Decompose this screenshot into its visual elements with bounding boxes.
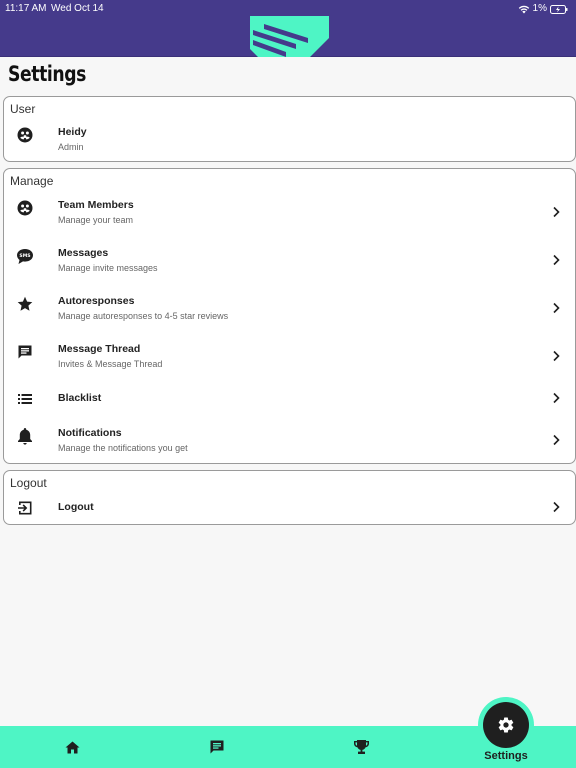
item-title: Notifications xyxy=(58,427,122,439)
item-subtitle: Manage invite messages xyxy=(58,263,158,273)
gear-icon xyxy=(498,717,514,733)
logout-label: Logout xyxy=(58,501,94,513)
home-icon xyxy=(65,741,79,753)
battery-icon xyxy=(550,4,568,14)
chevron-right-icon xyxy=(553,302,560,314)
svg-text:SMS: SMS xyxy=(19,253,30,259)
settings-item-notifications[interactable]: Notifications Manage the notifications y… xyxy=(4,421,575,461)
settings-item-messages[interactable]: SMS Messages Manage invite messages xyxy=(4,241,575,281)
item-subtitle: Manage autoresponses to 4-5 star reviews xyxy=(58,311,229,321)
list-icon xyxy=(15,389,35,409)
chevron-right-icon xyxy=(553,501,560,513)
chevron-right-icon xyxy=(553,254,560,266)
sms-icon: SMS xyxy=(15,246,35,266)
bell-icon xyxy=(15,426,35,446)
trophy-icon xyxy=(353,740,369,754)
page-title: Settings xyxy=(8,62,87,86)
user-role: Admin xyxy=(58,142,84,152)
app-header: 11:17 AM Wed Oct 14 1% xyxy=(0,0,576,57)
star-icon xyxy=(15,294,35,314)
status-bar: 11:17 AM Wed Oct 14 1% xyxy=(0,0,576,16)
status-indicators: 1% xyxy=(518,1,568,17)
item-subtitle: Manage the notifications you get xyxy=(58,443,188,453)
message-icon xyxy=(15,342,35,362)
chevron-right-icon xyxy=(553,434,560,446)
settings-item-team-members[interactable]: Team Members Manage your team xyxy=(4,193,575,233)
nav-messages[interactable] xyxy=(197,726,237,768)
user-name: Heidy xyxy=(58,126,87,138)
nav-settings-label[interactable]: Settings xyxy=(478,750,534,762)
manage-section: Manage Team Members Manage your team SMS xyxy=(3,168,576,464)
wifi-icon xyxy=(518,5,529,14)
logout-row[interactable]: Logout xyxy=(4,495,575,521)
nav-settings[interactable] xyxy=(483,702,529,748)
battery-percent: 1% xyxy=(532,3,547,14)
status-time: 11:17 AM xyxy=(5,3,47,14)
item-title: Message Thread xyxy=(58,343,141,355)
settings-item-autoresponses[interactable]: Autoresponses Manage autoresponses to 4-… xyxy=(4,289,575,329)
item-title: Blacklist xyxy=(58,392,102,404)
section-header: User xyxy=(10,102,36,116)
section-header: Logout xyxy=(10,476,47,490)
item-title: Autoresponses xyxy=(58,295,135,307)
group-icon xyxy=(15,125,35,145)
user-row[interactable]: Heidy Admin xyxy=(4,119,575,159)
item-title: Messages xyxy=(58,247,109,259)
nav-trophy[interactable] xyxy=(341,726,381,768)
settings-item-blacklist[interactable]: Blacklist xyxy=(4,385,575,413)
logout-section: Logout Logout xyxy=(3,470,576,525)
group-icon xyxy=(15,198,35,218)
item-subtitle: Invites & Message Thread xyxy=(58,359,163,369)
chevron-right-icon xyxy=(553,392,560,404)
nav-home[interactable] xyxy=(52,726,92,768)
user-section: User Heidy Admin xyxy=(3,96,576,162)
item-subtitle: Manage your team xyxy=(58,215,134,225)
item-title: Team Members xyxy=(58,199,134,211)
chat-icon xyxy=(210,740,224,754)
logout-icon xyxy=(15,498,35,518)
section-header: Manage xyxy=(10,174,54,188)
chevron-right-icon xyxy=(553,206,560,218)
brand-logo xyxy=(250,16,329,57)
chevron-right-icon xyxy=(553,350,560,362)
settings-item-message-thread[interactable]: Message Thread Invites & Message Thread xyxy=(4,337,575,377)
status-date: Wed Oct 14 xyxy=(51,3,104,14)
